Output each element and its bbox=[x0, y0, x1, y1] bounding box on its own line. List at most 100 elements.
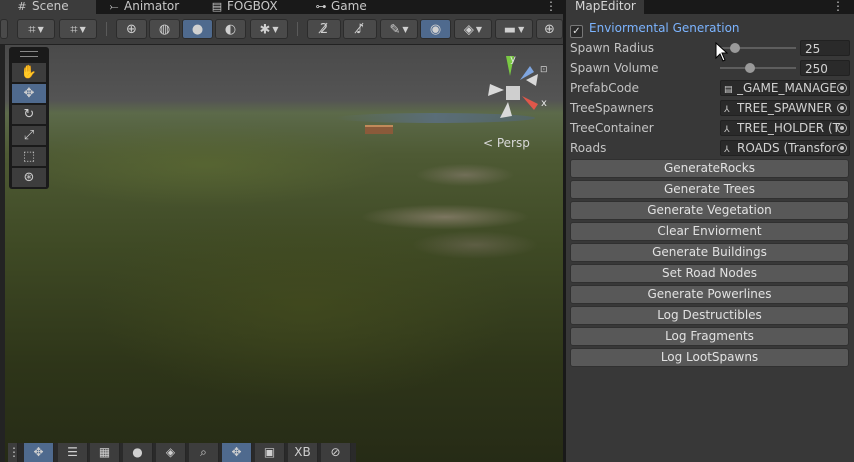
overlay-grip[interactable]: ⋮ bbox=[8, 443, 20, 462]
overlay-xb-button[interactable]: XB bbox=[288, 443, 318, 462]
spawn-radius-field[interactable]: 25 bbox=[800, 40, 850, 56]
shaded-wireframe-button[interactable]: ◍ bbox=[149, 19, 180, 39]
tab-animator[interactable]: ⤚ Animator bbox=[108, 0, 180, 14]
unlit-button[interactable]: ◐ bbox=[215, 19, 246, 39]
increment-snap-button[interactable]: ⌗ ▼ bbox=[59, 19, 97, 39]
hand-icon: ✋ bbox=[20, 65, 38, 80]
rotate-tool-button[interactable]: ↻ bbox=[12, 105, 46, 124]
neg-x-cone[interactable] bbox=[526, 74, 538, 86]
move-tool-button[interactable]: ✥ bbox=[12, 84, 46, 103]
generate-trees-button[interactable]: Generate Trees bbox=[570, 180, 849, 199]
tab-options-icon[interactable]: ⋮ bbox=[545, 0, 557, 13]
scene-viewport[interactable]: y x ⊡ < Persp bbox=[5, 45, 563, 462]
grid-snap-button[interactable]: ⌗ ▼ bbox=[17, 19, 55, 39]
bug-icon: ✱ bbox=[259, 22, 271, 38]
align-icon: ☰ bbox=[67, 445, 78, 459]
projection-label[interactable]: < Persp bbox=[483, 136, 530, 150]
log-fragments-button[interactable]: Log Fragments bbox=[570, 327, 849, 346]
object-picker-icon[interactable] bbox=[837, 83, 847, 93]
overlay-sphere-button[interactable]: ● bbox=[123, 443, 153, 462]
camera-icon: ▬ bbox=[503, 22, 517, 38]
scale-tool-button[interactable]: ⤢ bbox=[12, 126, 46, 145]
generate-powerlines-button[interactable]: Generate Powerlines bbox=[570, 285, 849, 304]
x-axis-cone[interactable] bbox=[522, 96, 538, 110]
map-editor-panel: MapEditor ⋮ ✓ Enviormental Generation Spa… bbox=[566, 0, 854, 462]
roads-label: Roads bbox=[570, 141, 607, 155]
wireframe-shading-button[interactable]: ⊕ bbox=[116, 19, 147, 39]
set-road-nodes-button[interactable]: Set Road Nodes bbox=[570, 264, 849, 283]
rect-transform-icon: ⬚ bbox=[22, 149, 36, 164]
overlay-move-button[interactable]: ✥ bbox=[24, 443, 54, 462]
document-icon: ▤ bbox=[211, 0, 223, 13]
animator-icon: ⤚ bbox=[109, 0, 119, 13]
overlay-align-button[interactable]: ☰ bbox=[58, 443, 88, 462]
effects-button[interactable]: ✎ ▼ bbox=[380, 19, 418, 39]
tree-spawners-field[interactable]: ⅄ TREE_SPAWNER bbox=[720, 100, 850, 116]
neg-y-cone[interactable] bbox=[500, 102, 512, 118]
roads-field[interactable]: ⅄ ROADS (Transfor bbox=[720, 140, 850, 156]
eye-icon: ◉ bbox=[429, 22, 442, 37]
tab-map-editor[interactable]: MapEditor bbox=[566, 0, 644, 14]
object-picker-icon[interactable] bbox=[837, 143, 847, 153]
toolbar-edge bbox=[0, 19, 8, 39]
search-icon: ⌕ bbox=[200, 445, 207, 459]
prefab-code-label: PrefabCode bbox=[570, 81, 639, 95]
gizmo-center-cube[interactable] bbox=[506, 86, 520, 100]
transform-icon: ⊛ bbox=[23, 170, 35, 185]
prefab-code-field[interactable]: ▤ _GAME_MANAGE bbox=[720, 80, 850, 96]
snap-icon: ⌗ bbox=[70, 22, 78, 38]
editor-tab-bar: # Scene ⤚ Animator ▤ FOGBOX ⊶ Game ⋮ bbox=[0, 0, 563, 14]
audio-off-icon: ♪̸ bbox=[355, 22, 365, 37]
tree-container-field[interactable]: ⅄ TREE_HOLDER (T bbox=[720, 120, 850, 136]
orientation-gizmo[interactable]: y x ⊡ bbox=[480, 50, 560, 130]
mouse-cursor-icon bbox=[715, 42, 729, 62]
log-destructibles-button[interactable]: Log Destructibles bbox=[570, 306, 849, 325]
tools-overlay: ✋ ✥ ↻ ⤢ ⬚ ⊛ bbox=[9, 47, 49, 189]
debug-draw-mode-button[interactable]: ✱ ▼ bbox=[250, 19, 288, 39]
shaded-button[interactable]: ● bbox=[182, 19, 213, 39]
scene-toolbar: ⌗ ▼ ⌗ ▼ ⊕ ◍ ● ◐ ✱ ▼ 2̸ ♪̸ ✎ ▼ ◉ ◈ ▼ ▬ ▼ ⊕ bbox=[0, 14, 563, 45]
object-picker-icon[interactable] bbox=[837, 123, 847, 133]
clear-enviorment-button[interactable]: Clear Enviorment bbox=[570, 222, 849, 241]
spawn-volume-slider[interactable] bbox=[720, 63, 796, 73]
tab-game[interactable]: ⊶ Game bbox=[315, 0, 367, 14]
overlay-pivot-button[interactable]: ✥ bbox=[222, 443, 252, 462]
scene-visibility-button[interactable]: ◉ bbox=[420, 19, 451, 39]
log-loot-spawns-button[interactable]: Log LootSpawns bbox=[570, 348, 849, 367]
scene-camera-button[interactable]: ▬ ▼ bbox=[495, 19, 533, 39]
tab-fogbox[interactable]: ▤ FOGBOX bbox=[211, 0, 278, 14]
spawn-volume-field[interactable]: 250 bbox=[800, 60, 850, 76]
transform-axes-icon: ⅄ bbox=[724, 125, 730, 135]
drag-handle-icon[interactable] bbox=[20, 51, 38, 57]
solid-sphere-icon: ● bbox=[191, 22, 204, 37]
generate-rocks-button[interactable]: GenerateRocks bbox=[570, 159, 849, 178]
2d-toggle-button[interactable]: 2̸ bbox=[307, 19, 341, 39]
chevron-down-icon: ▼ bbox=[518, 25, 525, 34]
lock-icon[interactable]: ⊡ bbox=[540, 65, 548, 75]
generate-vegetation-button[interactable]: Generate Vegetation bbox=[570, 201, 849, 220]
roads-row: Roads ⅄ ROADS (Transfor bbox=[570, 139, 850, 157]
grid-hatch-icon: ▦ bbox=[98, 445, 111, 459]
neg-x-left-cone[interactable] bbox=[488, 84, 504, 96]
overlay-layers-button[interactable]: ◈ bbox=[156, 443, 186, 462]
overlay-grid-button[interactable]: ▦ bbox=[90, 443, 120, 462]
object-picker-icon[interactable] bbox=[837, 103, 847, 113]
overlay-search-button[interactable]: ⌕ bbox=[189, 443, 219, 462]
move-arrows-icon: ✥ bbox=[23, 86, 35, 101]
spawn-radius-slider[interactable] bbox=[720, 43, 796, 53]
spawn-volume-slider-knob[interactable] bbox=[745, 63, 756, 73]
enable-checkbox[interactable]: ✓ bbox=[570, 25, 583, 38]
overlay-camera-button[interactable]: ▣ bbox=[255, 443, 285, 462]
layers-button[interactable]: ◈ ▼ bbox=[454, 19, 492, 39]
audio-toggle-button[interactable]: ♪̸ bbox=[343, 19, 377, 39]
gizmos-button[interactable]: ⊕ bbox=[536, 19, 563, 39]
rect-tool-button[interactable]: ⬚ bbox=[12, 147, 46, 166]
enviormental-generation-foldout[interactable]: ✓ Enviormental Generation bbox=[570, 20, 740, 38]
view-tool-button[interactable]: ✋ bbox=[12, 63, 46, 82]
tab-scene[interactable]: # Scene bbox=[0, 0, 96, 14]
transform-tool-button[interactable]: ⊛ bbox=[12, 168, 46, 187]
overlay-compass-button[interactable]: ⊘ bbox=[321, 443, 351, 462]
spawn-radius-slider-knob[interactable] bbox=[730, 43, 741, 53]
panel-options-icon[interactable]: ⋮ bbox=[832, 0, 844, 13]
generate-buildings-button[interactable]: Generate Buildings bbox=[570, 243, 849, 262]
